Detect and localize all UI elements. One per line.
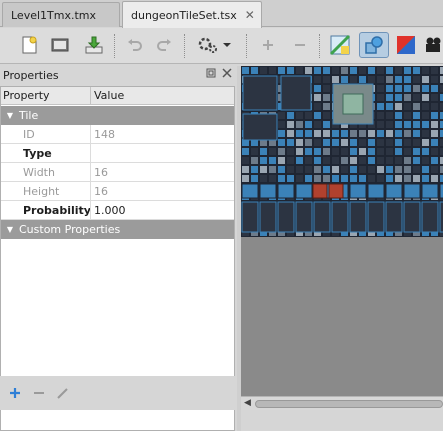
- tileset-image-button[interactable]: [327, 32, 353, 58]
- new-button[interactable]: [17, 32, 43, 58]
- add-property-icon[interactable]: [8, 386, 22, 400]
- undo-icon: [128, 39, 142, 51]
- tab-dungeontileset[interactable]: dungeonTileSet.tsx ✕: [122, 1, 262, 28]
- tileset-image-icon: [329, 34, 351, 56]
- property-key: Width: [23, 166, 55, 179]
- add-icon: [263, 40, 273, 50]
- tab-bar: Level1Tmx.tmx dungeonTileSet.tsx ✕: [0, 0, 443, 28]
- property-row-width[interactable]: Width 16: [1, 163, 234, 182]
- remove-tile-button[interactable]: [287, 32, 313, 58]
- tileset-image[interactable]: [241, 66, 443, 396]
- property-row-probability[interactable]: Probability 1.000: [1, 201, 234, 220]
- add-tile-button[interactable]: [255, 32, 281, 58]
- property-row-height[interactable]: Height 16: [1, 182, 234, 201]
- property-key: ID: [23, 128, 35, 141]
- toolbar-separator: [184, 34, 185, 58]
- property-row-id[interactable]: ID 148: [1, 125, 234, 144]
- new-icon: [22, 36, 37, 54]
- float-panel-icon[interactable]: [206, 68, 216, 78]
- scroll-left-icon[interactable]: ◀: [244, 398, 251, 408]
- group-row-custom-properties[interactable]: ▼ Custom Properties: [1, 220, 234, 239]
- close-panel-icon[interactable]: [222, 68, 232, 78]
- property-value: 16: [94, 166, 108, 179]
- commands-button[interactable]: [194, 32, 234, 58]
- open-button[interactable]: [47, 32, 73, 58]
- main-toolbar: [0, 28, 443, 64]
- property-key: Height: [23, 185, 60, 198]
- toolbar-separator: [114, 34, 115, 58]
- redo-icon: [157, 39, 171, 51]
- collision-editor-icon: [365, 36, 383, 54]
- close-tab-icon[interactable]: ✕: [245, 8, 255, 22]
- color-picker-icon: [397, 36, 415, 54]
- color-picker-button[interactable]: [393, 32, 419, 58]
- group-row-tile[interactable]: ▼ Tile: [1, 106, 234, 125]
- panel-title: Properties: [3, 68, 59, 82]
- group-label: Custom Properties: [19, 223, 121, 236]
- property-value: 16: [94, 185, 108, 198]
- property-value[interactable]: 1.000: [94, 204, 126, 217]
- save-icon: [85, 36, 103, 54]
- property-table-header: Property Value: [1, 87, 234, 105]
- properties-panel: Properties Property Value ▼ Tile ID 148: [0, 66, 237, 431]
- collision-editor-button[interactable]: [359, 32, 389, 58]
- open-icon: [51, 38, 69, 52]
- commands-icon: [198, 37, 231, 53]
- animation-editor-button[interactable]: [423, 32, 443, 58]
- column-header-value[interactable]: Value: [94, 89, 124, 102]
- property-key: Type: [23, 147, 52, 160]
- toolbar-separator: [246, 34, 247, 58]
- remove-icon: [295, 44, 305, 46]
- tab-label: dungeonTileSet.tsx: [131, 8, 237, 22]
- toolbar-separator: [319, 34, 320, 58]
- group-label: Tile: [19, 109, 39, 122]
- status-strip: [241, 410, 443, 431]
- animation-editor-icon: [426, 37, 441, 52]
- rename-property-icon[interactable]: [56, 386, 70, 400]
- expand-arrow-icon[interactable]: ▼: [1, 225, 19, 234]
- remove-property-icon[interactable]: [32, 386, 46, 400]
- property-key: Probability: [23, 204, 91, 217]
- panel-header: Properties: [0, 66, 237, 84]
- expand-arrow-icon[interactable]: ▼: [1, 111, 19, 120]
- column-header-property[interactable]: Property: [3, 89, 50, 102]
- save-button[interactable]: [81, 32, 107, 58]
- tileset-view[interactable]: [241, 66, 443, 396]
- scrollbar-thumb[interactable]: [255, 400, 443, 408]
- undo-button[interactable]: [122, 32, 148, 58]
- property-value: 148: [94, 128, 115, 141]
- property-actions: [0, 376, 235, 410]
- tab-label: Level1Tmx.tmx: [11, 8, 97, 22]
- horizontal-scrollbar[interactable]: ◀: [241, 396, 443, 410]
- property-row-type[interactable]: Type: [1, 144, 234, 163]
- redo-button[interactable]: [151, 32, 177, 58]
- tab-level1tmx[interactable]: Level1Tmx.tmx: [2, 2, 120, 27]
